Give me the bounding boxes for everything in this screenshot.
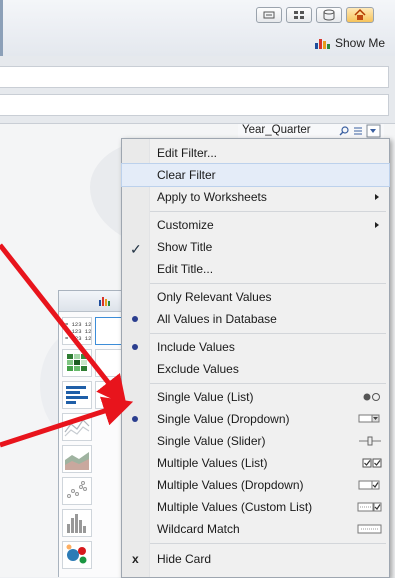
bar-chart-icon [314, 38, 330, 49]
toolbar-left-edge [0, 0, 3, 56]
menu-separator [150, 283, 386, 284]
radio-list-icon [355, 390, 383, 404]
menu-item-label: Multiple Values (Dropdown) [157, 478, 304, 492]
chart-thumb-text-table[interactable]: = 123 123 = 123 123 = 123 123 [62, 317, 92, 345]
menu-item-label: Apply to Worksheets [157, 190, 267, 204]
chart-thumb-lines[interactable] [62, 413, 92, 441]
chart-thumb-horizontal-bars[interactable] [62, 381, 92, 409]
heat-map-icon [67, 354, 87, 371]
menu-item-hide-card[interactable]: x Hide Card [122, 548, 389, 570]
filter-card-icons [339, 124, 383, 138]
filter-card-title: Year_Quarter [242, 124, 311, 136]
checkbox-list-icon [355, 456, 383, 470]
dropdown-icon [355, 412, 383, 426]
search-icon[interactable] [339, 126, 349, 136]
home-button[interactable] [346, 7, 374, 23]
menu-item-all-values-in-database[interactable]: All Values in Database [122, 308, 389, 330]
area-chart-icon [65, 452, 89, 470]
menu-item-label: Single Value (Dropdown) [157, 412, 290, 426]
radio-dot-icon [132, 416, 138, 422]
histogram-icon [67, 514, 86, 533]
checkmark-icon: ✓ [130, 241, 142, 257]
svg-text:= 123 123: = 123 123 [65, 335, 91, 342]
chart-thumb-area[interactable] [62, 445, 92, 473]
slider-icon [355, 434, 383, 448]
horizontal-bar-icon [66, 386, 88, 404]
database-button[interactable] [316, 7, 342, 23]
menu-item-label: Hide Card [157, 552, 212, 566]
filter-context-menu: Edit Filter... Clear Filter Apply to Wor… [121, 138, 390, 578]
list-icon[interactable] [354, 127, 362, 135]
menu-item-multiple-values-dropdown[interactable]: Multiple Values (Dropdown) [122, 474, 389, 496]
chart-thumb-heat-map[interactable] [62, 349, 92, 377]
menu-item-multiple-values-list[interactable]: Multiple Values (List) [122, 452, 389, 474]
shelf-field-2[interactable] [0, 94, 389, 116]
scatter-icon [67, 481, 87, 498]
menu-item-label: Exclude Values [157, 362, 239, 376]
menu-item-label: Include Values [157, 340, 235, 354]
menu-item-label: Customize [157, 218, 214, 232]
menu-item-single-value-list[interactable]: Single Value (List) [122, 386, 389, 408]
menu-item-single-value-dropdown[interactable]: Single Value (Dropdown) [122, 408, 389, 430]
menu-item-label: Multiple Values (Custom List) [157, 500, 313, 514]
custom-list-icon [355, 500, 383, 514]
gallery-button[interactable] [256, 7, 282, 23]
dropdown-arrow-icon[interactable] [366, 124, 381, 138]
line-chart-icon [64, 419, 90, 437]
grid-icon [294, 11, 304, 19]
home-icon [354, 8, 366, 20]
menu-item-label: Only Relevant Values [157, 290, 272, 304]
show-me-button[interactable]: Show Me [313, 33, 385, 51]
checkbox-dropdown-icon [355, 478, 383, 492]
gallery-icon [263, 11, 275, 19]
menu-item-label: All Values in Database [157, 312, 277, 326]
menu-item-multiple-values-custom-list[interactable]: Multiple Values (Custom List) [122, 496, 389, 518]
x-icon: x [132, 552, 139, 566]
menu-item-apply-to-worksheets[interactable]: Apply to Worksheets [122, 186, 389, 208]
menu-item-wildcard-match[interactable]: Wildcard Match [122, 518, 389, 540]
menu-item-only-relevant-values[interactable]: Only Relevant Values [122, 286, 389, 308]
menu-item-label: Show Title [157, 240, 213, 254]
menu-separator [150, 543, 386, 544]
top-toolbar: Show Me [0, 0, 395, 57]
wildcard-icon [355, 522, 383, 536]
menu-item-label: Single Value (List) [157, 390, 254, 404]
menu-separator [150, 383, 386, 384]
menu-item-edit-title[interactable]: Edit Title... [122, 258, 389, 280]
menu-item-label: Wildcard Match [157, 522, 240, 536]
menu-item-label: Edit Title... [157, 262, 214, 276]
menu-item-label: Single Value (Slider) [157, 434, 266, 448]
chart-thumb-histogram[interactable] [62, 509, 92, 537]
menu-item-label: Clear Filter [157, 168, 216, 182]
radio-dot-icon [132, 344, 138, 350]
chart-thumb-packed-bubbles[interactable] [62, 541, 92, 569]
submenu-arrow-icon [375, 194, 379, 200]
menu-item-show-title[interactable]: ✓ Show Title [122, 236, 389, 258]
menu-item-include-values[interactable]: Include Values [122, 336, 389, 358]
menu-separator [150, 211, 386, 212]
submenu-arrow-icon [375, 222, 379, 228]
menu-item-exclude-values[interactable]: Exclude Values [122, 358, 389, 380]
menu-item-label: Edit Filter... [157, 146, 218, 160]
packed-bubbles-icon [66, 544, 87, 564]
menu-item-label: Multiple Values (List) [157, 456, 268, 470]
grid-button[interactable] [286, 7, 312, 23]
chart-thumb-scatter[interactable] [62, 477, 92, 505]
svg-text:= 123 123: = 123 123 [65, 321, 91, 328]
show-me-label: Show Me [334, 35, 385, 50]
database-icon [323, 9, 335, 21]
menu-item-customize[interactable]: Customize [122, 214, 389, 236]
menu-separator [150, 333, 386, 334]
svg-text:= 123 123: = 123 123 [65, 328, 91, 335]
menu-item-edit-filter[interactable]: Edit Filter... [122, 142, 389, 164]
text-table-icon: = 123 123 = 123 123 = 123 123 [65, 321, 91, 342]
radio-dot-icon [132, 316, 138, 322]
menu-item-single-value-slider[interactable]: Single Value (Slider) [122, 430, 389, 452]
menu-item-clear-filter[interactable]: Clear Filter [121, 163, 390, 187]
shelf-field-1[interactable] [0, 66, 389, 88]
